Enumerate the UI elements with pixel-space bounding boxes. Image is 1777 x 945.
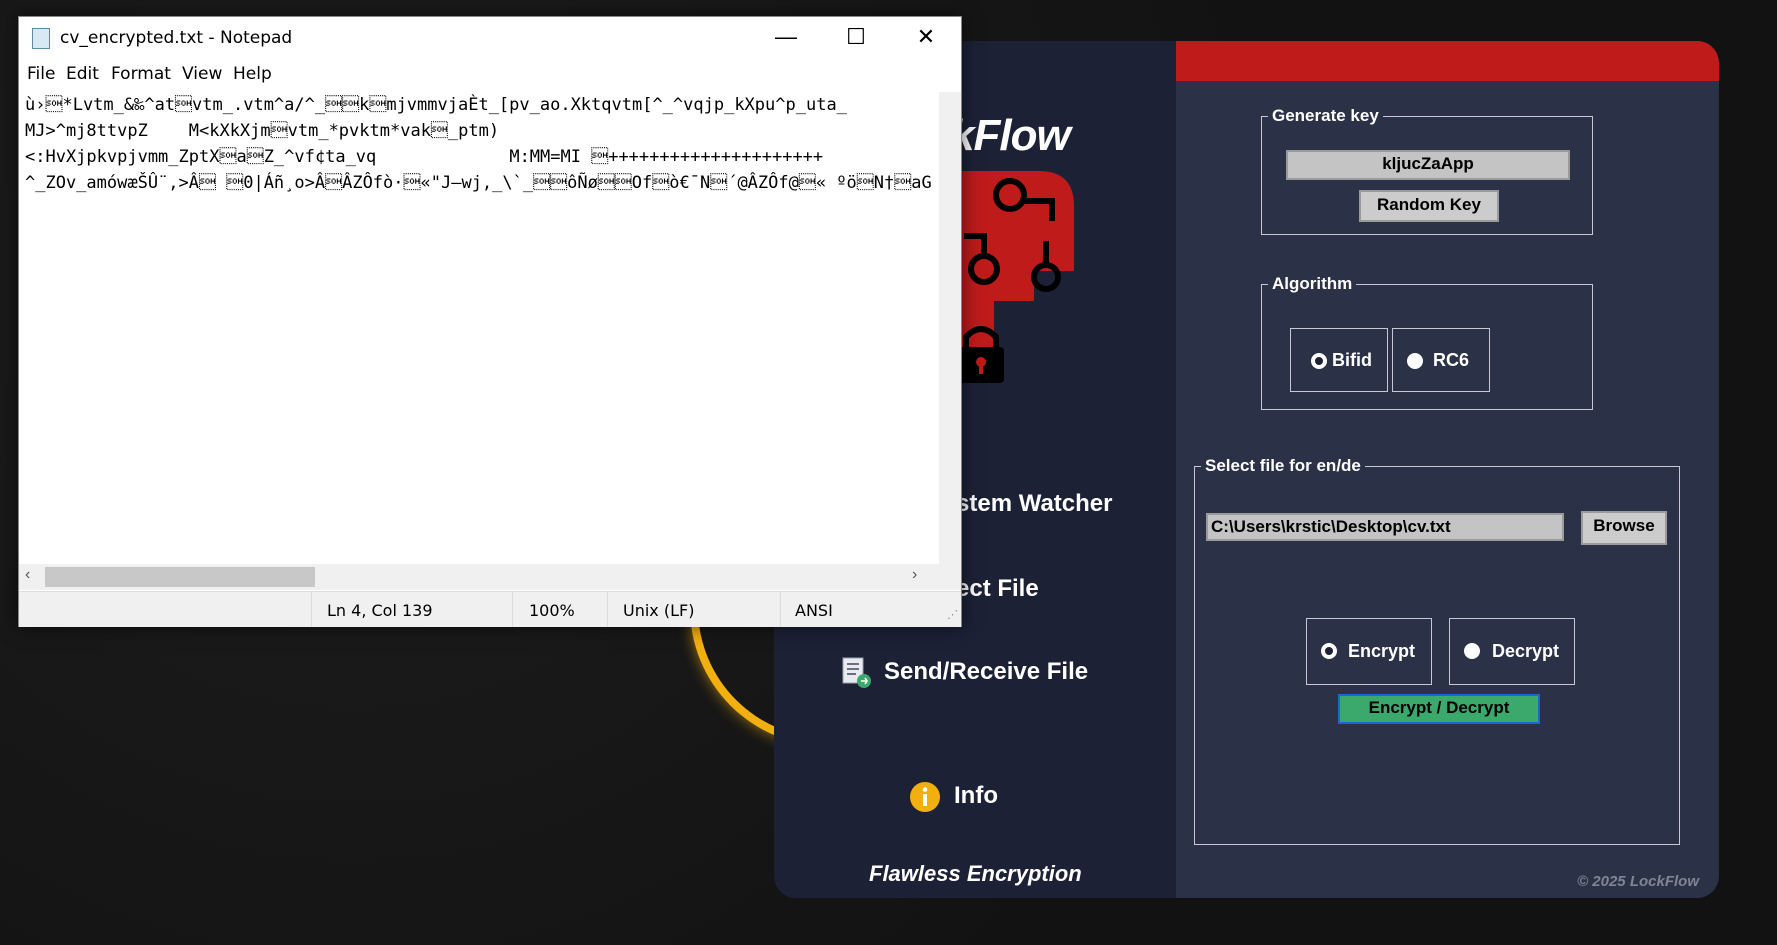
menu-help[interactable]: Help [233, 64, 272, 84]
radio-rc6-dot[interactable] [1407, 353, 1423, 369]
nav-info[interactable]: Info [954, 782, 998, 810]
brand-title: kFlow [950, 111, 1071, 160]
radio-encrypt-label: Encrypt [1348, 641, 1416, 661]
header-bar [1176, 41, 1719, 81]
generate-key-legend: Generate key [1272, 106, 1379, 125]
browse-button[interactable]: Browse [1581, 511, 1667, 545]
horizontal-scroll-thumb[interactable] [45, 567, 315, 587]
notepad-title: cv_encrypted.txt - Notepad [60, 28, 293, 48]
resize-grip-icon[interactable]: ⋰ [947, 608, 958, 621]
tagline: Flawless Encryption [869, 861, 1082, 886]
status-line-ending: Unix (LF) [623, 601, 695, 620]
menu-file[interactable]: File [27, 64, 55, 84]
file-path-input[interactable]: C:\Users\krstic\Desktop\cv.txt [1206, 513, 1564, 541]
status-zoom: 100% [529, 601, 575, 620]
radio-bifid-dot[interactable] [1311, 353, 1327, 369]
nav-send-receive-file[interactable]: Send/Receive File [884, 658, 1088, 686]
radio-encrypt[interactable]: Encrypt [1306, 618, 1432, 685]
menu-edit[interactable]: Edit [66, 64, 99, 84]
main-panel: Generate key kljucZaApp Random Key Algor… [1176, 41, 1719, 898]
status-encoding: ANSI [795, 601, 833, 620]
algorithm-legend: Algorithm [1272, 274, 1353, 293]
text-line: ^_ZOv_amówæŠÛ¨,>Â 0|Áñ¸o>ÂÂZÔfò·«"J—… [25, 173, 933, 193]
text-line: ù›*Lvtm_&‰^atvtm_.vtm^a/^_kmjvmmvja… [25, 95, 847, 115]
horizontal-scrollbar[interactable]: ‹ › [19, 564, 961, 590]
maximize-button[interactable]: ☐ [821, 17, 891, 57]
radio-decrypt[interactable]: Decrypt [1449, 618, 1575, 685]
key-input[interactable]: kljucZaApp [1286, 150, 1570, 180]
vertical-scrollbar[interactable]: ⌵ [939, 92, 961, 577]
minimize-button[interactable]: — [751, 17, 821, 57]
radio-decrypt-label: Decrypt [1492, 641, 1560, 661]
text-line: MJ>^mj8ttvpZ M<kXkXjmvtm_*pvktm*vak_pt… [25, 121, 500, 141]
send-receive-icon [842, 657, 871, 688]
scroll-left-icon[interactable]: ‹ [25, 566, 30, 584]
radio-bifid-label: Bifid [1332, 350, 1372, 370]
radio-bifid[interactable]: Bifid [1290, 328, 1388, 392]
scroll-right-icon[interactable]: › [912, 566, 917, 584]
copyright: © 2025 LockFlow [1577, 873, 1699, 890]
notepad-window: cv_encrypted.txt - Notepad — ☐ ✕ File Ed… [18, 16, 962, 627]
select-file-legend: Select file for en/de [1205, 456, 1361, 475]
text-line: <:HvXjpkvpjvmm_ZptXaZ_^vf¢ta_vq M:MM=M… [25, 147, 824, 167]
radio-decrypt-dot[interactable] [1464, 643, 1480, 659]
radio-rc6-label: RC6 [1433, 350, 1470, 370]
menu-format[interactable]: Format [111, 64, 171, 84]
notepad-menubar: File Edit Format View Help [19, 60, 961, 86]
encrypt-decrypt-button[interactable]: Encrypt / Decrypt [1338, 694, 1540, 724]
notepad-text-area[interactable]: ù›*Lvtm_&‰^atvtm_.vtm^a/^_kmjvmmvja… [25, 92, 933, 577]
notepad-statusbar: Ln 4, Col 139 100% Unix (LF) ANSI ⋰ [19, 591, 961, 627]
random-key-button[interactable]: Random Key [1359, 190, 1499, 222]
nav-select-file[interactable]: ect File [956, 575, 1039, 603]
lockflow-logo-icon [954, 171, 1074, 383]
notepad-file-icon [32, 28, 50, 49]
close-button[interactable]: ✕ [891, 17, 961, 57]
radio-rc6[interactable]: RC6 [1392, 328, 1490, 392]
info-icon [910, 782, 940, 812]
status-position: Ln 4, Col 139 [327, 601, 433, 620]
notepad-titlebar[interactable]: cv_encrypted.txt - Notepad — ☐ ✕ [19, 17, 961, 57]
menu-view[interactable]: View [182, 64, 222, 84]
radio-encrypt-dot[interactable] [1321, 643, 1337, 659]
nav-system-watcher[interactable]: stem Watcher [956, 490, 1113, 518]
